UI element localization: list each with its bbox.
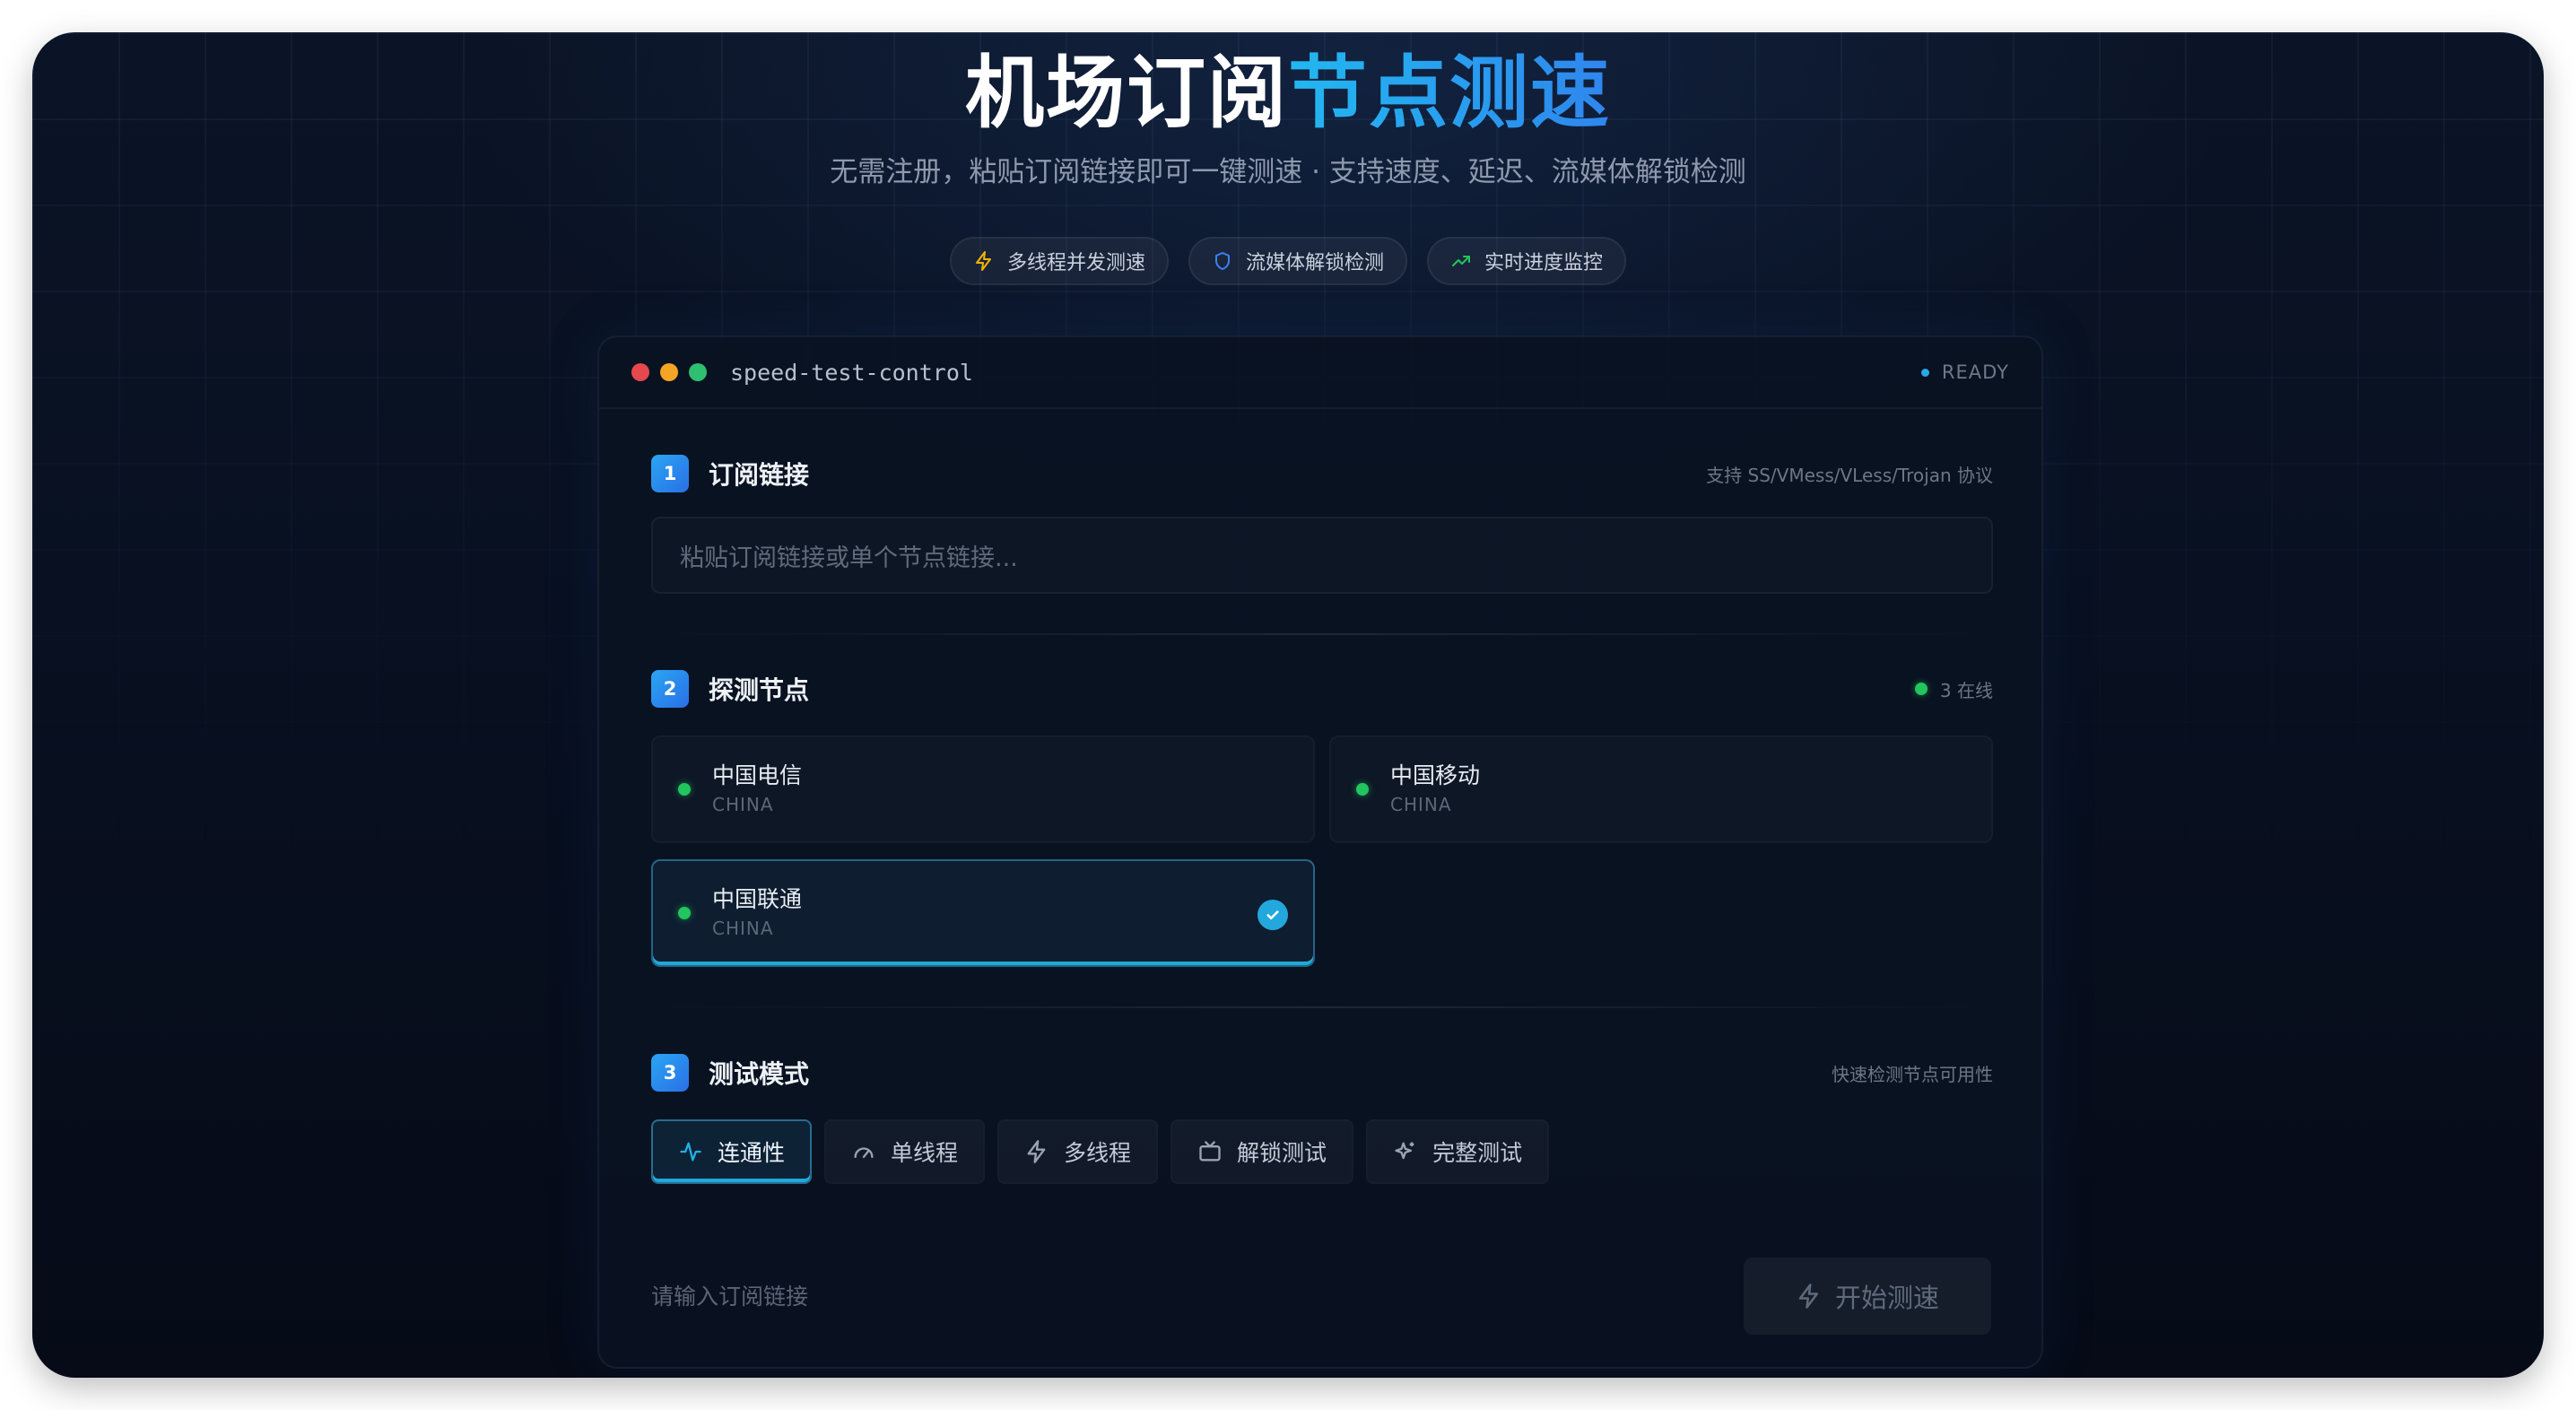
node-card-unicom[interactable]: 中国联通 CHINA (651, 859, 1315, 967)
node-grid: 中国电信 CHINA 中国移动 CHINA 中国联通 CHINA (651, 735, 1993, 967)
gauge-icon (854, 1147, 874, 1158)
online-count: 3 在线 (1914, 676, 1993, 702)
mode-multi-thread-button[interactable]: 多线程 (997, 1119, 1159, 1184)
mode-label: 完整测试 (1432, 1140, 1523, 1166)
panel-header: speed-test-control READY (599, 337, 2041, 409)
minimize-dot (660, 363, 678, 381)
mode-label: 解锁测试 (1237, 1140, 1327, 1166)
sparkles-icon (1395, 1142, 1414, 1160)
title-main: 机场订阅 (964, 47, 1288, 139)
lightning-icon (1798, 1284, 1818, 1309)
node-status-dot (678, 783, 691, 796)
step-header: 3 测试模式 快速检测节点可用性 (651, 1053, 1993, 1092)
feature-chip-label: 流媒体解锁检测 (1245, 252, 1384, 274)
status-indicator: READY (1920, 361, 2009, 383)
node-card-mobile[interactable]: 中国移动 CHINA (1329, 735, 1993, 843)
mode-label: 单线程 (891, 1140, 959, 1166)
footer-hint: 请输入订阅链接 (651, 1284, 809, 1310)
feature-chip-streaming: 流媒体解锁检测 (1188, 237, 1407, 285)
speed-test-panel: speed-test-control READY 1 订阅链接 支持 SS/VM… (597, 335, 2043, 1369)
mode-full-test-button[interactable]: 完整测试 (1366, 1119, 1550, 1184)
step-header: 1 订阅链接 支持 SS/VMess/VLess/Trojan 协议 (651, 454, 1993, 493)
lightning-icon (975, 251, 991, 271)
step-title: 订阅链接 (709, 460, 810, 490)
shield-icon (1214, 252, 1230, 270)
node-status-dot (1356, 783, 1369, 796)
step-number: 3 (651, 1054, 689, 1092)
mode-connectivity-button[interactable]: 连通性 (651, 1119, 813, 1184)
status-dot (1920, 368, 1929, 377)
start-test-label: 开始测速 (1834, 1283, 1939, 1313)
step-title: 探测节点 (709, 675, 810, 705)
status-text: READY (1941, 361, 2009, 383)
feature-chip-progress: 实时进度监控 (1427, 237, 1627, 285)
step-number: 1 (651, 455, 689, 492)
page-subtitle: 无需注册，粘贴订阅链接即可一键测速 · 支持速度、延迟、流媒体解锁检测 (830, 156, 1746, 188)
lightning-icon (1027, 1140, 1046, 1163)
feature-chip-label: 多线程并发测速 (1006, 252, 1145, 274)
node-name: 中国电信 (712, 762, 803, 788)
page-title: 机场订阅节点测速 (32, 39, 2544, 147)
step-subscription: 1 订阅链接 支持 SS/VMess/VLess/Trojan 协议 粘贴订阅链… (651, 454, 1993, 594)
protocol-note: 支持 SS/VMess/VLess/Trojan 协议 (1706, 464, 1993, 486)
feature-chip-concurrency: 多线程并发测速 (949, 237, 1169, 285)
trending-up-icon (1452, 256, 1470, 266)
step-title: 测试模式 (709, 1059, 810, 1089)
panel-title: speed-test-control (730, 359, 973, 386)
tv-icon (1199, 1141, 1221, 1162)
mode-label: 多线程 (1064, 1140, 1132, 1166)
node-card-telecom[interactable]: 中国电信 CHINA (651, 735, 1315, 843)
feature-chips: 多线程并发测速 流媒体解锁检测 实时进度监控 (32, 237, 2544, 285)
node-region: CHINA (712, 918, 774, 939)
mode-selector: 连通性 单线程 多线程 解锁测试 完整测试 (651, 1119, 1993, 1184)
online-count-text: 3 在线 (1939, 679, 1993, 701)
step-number: 2 (651, 670, 689, 708)
mode-note: 快速检测节点可用性 (1832, 1063, 1993, 1085)
step-header: 2 探测节点 3 在线 (651, 669, 1993, 709)
node-name: 中国联通 (712, 886, 803, 912)
app-window: 机场订阅节点测速 无需注册，粘贴订阅链接即可一键测速 · 支持速度、延迟、流媒体… (32, 32, 2544, 1378)
step-probe-nodes: 2 探测节点 3 在线 中国电信 CHINA 中国移动 CHINA 中国联通 C… (651, 669, 1993, 967)
step-test-mode: 3 测试模式 快速检测节点可用性 连通性 单线程 多线程 解锁测试 完整测试 (651, 1053, 1993, 1184)
node-name: 中国移动 (1390, 762, 1481, 788)
online-dot (1914, 683, 1928, 695)
section-divider (651, 1006, 1993, 1008)
mode-single-thread-button[interactable]: 单线程 (824, 1119, 986, 1184)
mode-label: 连通性 (718, 1140, 786, 1166)
section-divider (651, 633, 1993, 635)
node-region: CHINA (712, 794, 774, 815)
subscription-placeholder: 粘贴订阅链接或单个节点链接... (680, 544, 1018, 572)
feature-chip-label: 实时进度监控 (1484, 252, 1604, 274)
close-dot (631, 363, 649, 381)
title-accent: 节点测速 (1288, 47, 1612, 139)
check-icon (1258, 900, 1288, 930)
node-region: CHINA (1390, 794, 1452, 815)
subscription-input[interactable]: 粘贴订阅链接或单个节点链接... (651, 517, 1993, 594)
node-status-dot (678, 907, 691, 919)
start-test-button[interactable]: 开始测速 (1744, 1258, 1991, 1335)
maximize-dot (689, 363, 707, 381)
mode-unlock-test-button[interactable]: 解锁测试 (1171, 1119, 1354, 1184)
activity-icon (680, 1142, 701, 1162)
